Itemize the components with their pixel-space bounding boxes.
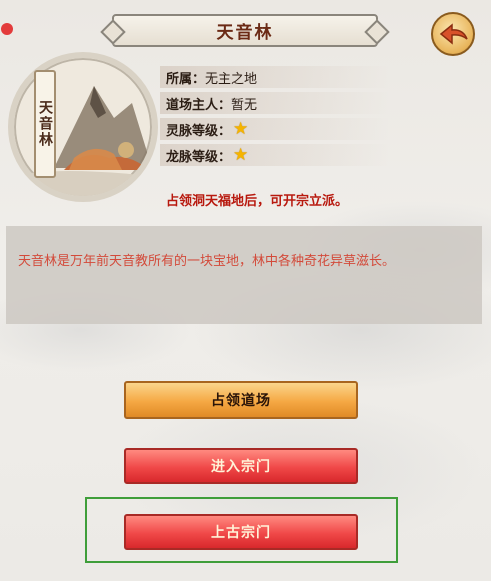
info-panel: 所属： 无主之地 道场主人： 暂无 灵脉等级： ★ 龙脉等级： ★ <box>160 66 390 170</box>
dragon-vein-label: 龙脉等级： <box>166 149 232 165</box>
affiliation-value: 无主之地 <box>205 71 258 87</box>
description-box <box>6 226 482 324</box>
page-title: 天音林 <box>216 23 274 43</box>
owner-label: 道场主人： <box>166 97 232 113</box>
location-portrait <box>8 52 158 202</box>
location-description: 天音林是万年前天音教所有的一块宝地，林中各种奇花异草滋长。 <box>18 254 396 269</box>
scroll-label-text: 天音林 <box>37 100 53 148</box>
spirit-vein-row: 灵脉等级： ★ <box>160 118 390 140</box>
affiliation-label: 所属： <box>166 71 206 87</box>
owner-row: 道场主人： 暂无 <box>160 92 390 114</box>
spirit-vein-label: 灵脉等级： <box>166 123 232 139</box>
affiliation-row: 所属： 无主之地 <box>160 66 390 88</box>
back-button[interactable] <box>431 12 475 56</box>
notification-dot <box>1 23 13 35</box>
title-banner: 天音林 <box>112 14 378 47</box>
owner-value: 暂无 <box>231 97 258 113</box>
occupy-button[interactable]: 占领道场 <box>124 381 358 419</box>
location-name-scroll: 天音林 <box>34 70 56 178</box>
occupy-notice: 占领洞天福地后，可开宗立派。 <box>166 194 349 209</box>
ancient-sect-button[interactable]: 上古宗门 <box>124 514 358 550</box>
star-icon: ★ <box>233 144 249 165</box>
enter-sect-button[interactable]: 进入宗门 <box>124 448 358 484</box>
back-arrow-icon <box>439 23 468 45</box>
star-icon: ★ <box>233 118 249 139</box>
dragon-vein-row: 龙脉等级： ★ <box>160 144 390 166</box>
